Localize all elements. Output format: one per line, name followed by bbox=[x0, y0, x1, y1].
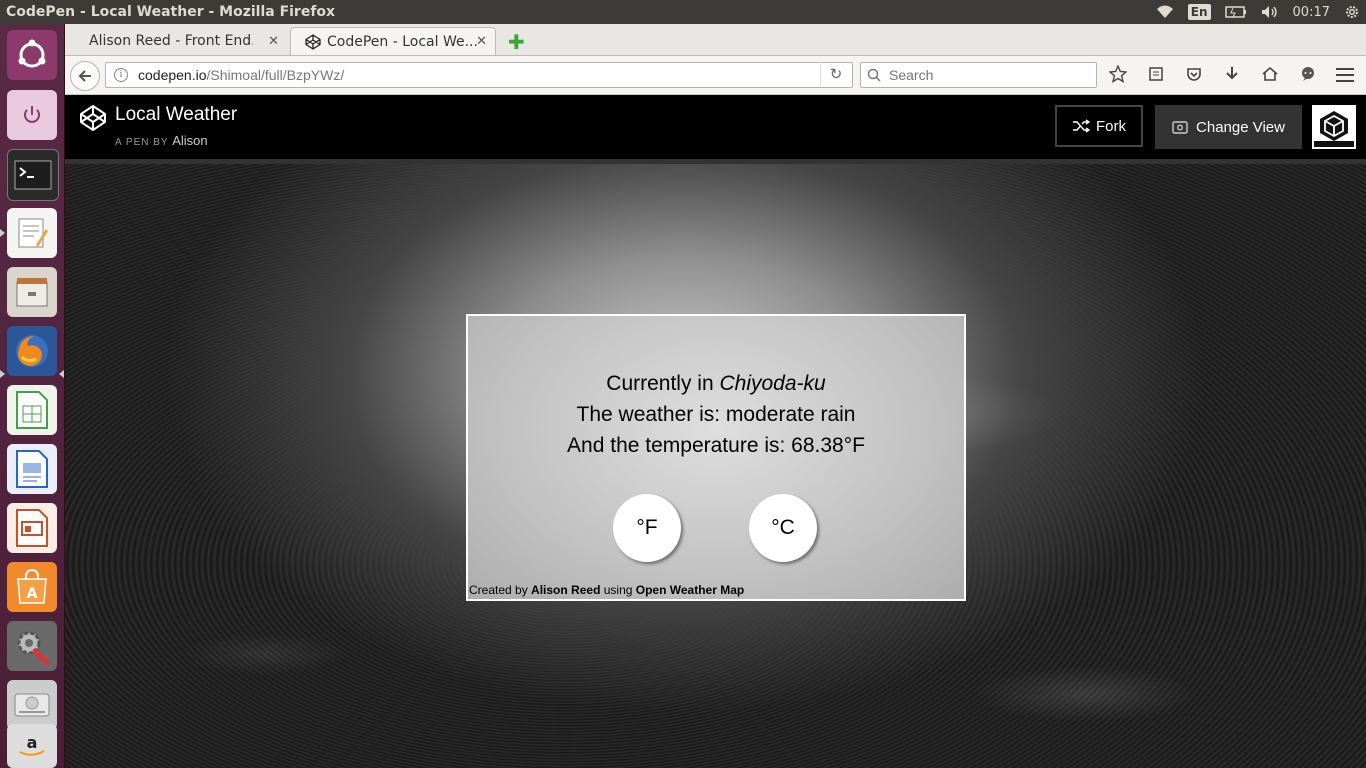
fork-label: Fork bbox=[1096, 117, 1126, 135]
settings-gear-icon[interactable] bbox=[1344, 4, 1360, 20]
fork-button[interactable]: Fork bbox=[1055, 105, 1143, 147]
weather-card: Currently in Chiyoda-ku The weather is: … bbox=[466, 314, 966, 601]
document-viewer-icon[interactable] bbox=[7, 444, 57, 494]
location-prefix: Currently in bbox=[606, 372, 720, 395]
svg-text:A: A bbox=[27, 586, 38, 602]
window-title: CodePen - Local Weather - Mozilla Firefo… bbox=[6, 4, 336, 20]
pen-title[interactable]: Local Weather bbox=[115, 104, 237, 126]
search-icon bbox=[867, 68, 881, 82]
site-info-icon[interactable]: i bbox=[114, 68, 128, 82]
credit-mid: using bbox=[600, 583, 636, 597]
tab-bar: Alison Reed - Front End... ✕ CodePen - L… bbox=[65, 24, 1366, 56]
url-path: /Shimoal/full/BzpYWz/ bbox=[206, 67, 345, 83]
change-view-icon bbox=[1172, 120, 1188, 134]
credits: Created by Alison Reed using Open Weathe… bbox=[469, 583, 744, 597]
reading-list-icon[interactable] bbox=[1146, 64, 1166, 84]
presentation-icon[interactable] bbox=[7, 503, 57, 553]
software-center-icon[interactable]: A bbox=[7, 562, 57, 612]
clock[interactable]: 00:17 bbox=[1293, 5, 1330, 20]
bookmark-star-icon[interactable] bbox=[1108, 64, 1128, 84]
terminal-icon[interactable] bbox=[7, 149, 59, 201]
temperature-line: And the temperature is: 68.38°F bbox=[567, 434, 865, 457]
tab-label: CodePen - Local We... bbox=[327, 33, 477, 50]
user-avatar[interactable] bbox=[1312, 105, 1356, 149]
battery-icon[interactable] bbox=[1224, 6, 1247, 18]
top-panel: CodePen - Local Weather - Mozilla Firefo… bbox=[0, 0, 1366, 24]
location-name: Chiyoda-ku bbox=[719, 372, 826, 395]
credit-author-link[interactable]: Alison Reed bbox=[531, 583, 600, 597]
pocket-icon[interactable] bbox=[1184, 64, 1204, 84]
change-view-button[interactable]: Change View bbox=[1155, 105, 1302, 149]
svg-text:a: a bbox=[27, 733, 38, 752]
url-text[interactable]: codepen.io/Shimoal/full/BzpYWz/ bbox=[138, 67, 344, 83]
system-tray: En 00:17 bbox=[1156, 0, 1360, 24]
change-view-label: Change View bbox=[1196, 118, 1285, 136]
amazon-icon[interactable]: a bbox=[7, 724, 57, 768]
spreadsheet-icon[interactable] bbox=[7, 385, 57, 435]
codepen-favicon-icon bbox=[305, 33, 321, 50]
url-host: codepen.io bbox=[138, 67, 207, 83]
byline-prefix: A PEN BY bbox=[115, 137, 169, 148]
fork-icon bbox=[1073, 119, 1090, 133]
pen-author-link[interactable]: Alison bbox=[172, 133, 207, 148]
search-bar[interactable] bbox=[860, 62, 1097, 88]
back-arrow-icon bbox=[78, 70, 91, 82]
current-location-line: Currently in Chiyoda-ku bbox=[468, 368, 964, 399]
tab-codepen-local-weather[interactable]: CodePen - Local We... ✕ bbox=[290, 27, 496, 55]
close-icon[interactable]: ✕ bbox=[268, 34, 279, 49]
tab-label: Alison Reed - Front End... bbox=[89, 33, 253, 49]
url-bar[interactable]: i codepen.io/Shimoal/full/BzpYWz/ bbox=[105, 62, 853, 88]
wifi-icon[interactable] bbox=[1156, 5, 1174, 19]
tab-alison-reed[interactable]: Alison Reed - Front End... ✕ bbox=[75, 27, 287, 55]
reload-icon[interactable]: ↻ bbox=[820, 62, 851, 86]
home-icon[interactable] bbox=[1260, 64, 1280, 84]
codepen-logo-icon[interactable] bbox=[79, 104, 107, 136]
launcher-running-indicator bbox=[0, 229, 5, 237]
disk-icon[interactable] bbox=[7, 680, 57, 730]
system-settings-icon[interactable] bbox=[7, 621, 57, 671]
search-input[interactable] bbox=[887, 66, 1091, 84]
toolbar-icons bbox=[1108, 64, 1318, 84]
close-icon[interactable]: ✕ bbox=[476, 34, 487, 49]
ubuntu-dash-icon[interactable] bbox=[7, 30, 57, 80]
unity-launcher: A a bbox=[0, 24, 65, 768]
celsius-button[interactable]: °C bbox=[749, 494, 817, 562]
power-icon[interactable] bbox=[7, 90, 57, 140]
chat-icon[interactable] bbox=[1298, 64, 1318, 84]
hamburger-menu-icon[interactable] bbox=[1336, 67, 1354, 87]
launcher-running-indicator bbox=[0, 370, 5, 378]
new-tab-plus-icon[interactable]: ✚ bbox=[508, 30, 525, 54]
codepen-header: Local Weather A PEN BY Alison Fork Chang… bbox=[65, 95, 1366, 164]
files-icon[interactable] bbox=[7, 267, 57, 317]
weather-description: The weather is: moderate rain bbox=[576, 403, 856, 426]
avatar-cube-icon bbox=[1314, 107, 1354, 147]
weather-info: Currently in Chiyoda-ku The weather is: … bbox=[468, 368, 964, 461]
back-button[interactable] bbox=[70, 61, 100, 91]
fahrenheit-button[interactable]: °F bbox=[613, 494, 681, 562]
credit-prefix: Created by bbox=[469, 583, 532, 597]
keyboard-layout-indicator[interactable]: En bbox=[1187, 4, 1211, 20]
text-editor-icon[interactable] bbox=[7, 208, 57, 258]
launcher-active-indicator bbox=[59, 370, 64, 378]
firefox-icon[interactable] bbox=[7, 326, 57, 376]
pen-byline: A PEN BY Alison bbox=[115, 133, 208, 148]
navigation-toolbar: i codepen.io/Shimoal/full/BzpYWz/ ↻ bbox=[65, 56, 1366, 95]
credit-source-link[interactable]: Open Weather Map bbox=[636, 583, 744, 597]
downloads-icon[interactable] bbox=[1222, 64, 1242, 84]
volume-icon[interactable] bbox=[1261, 5, 1279, 19]
